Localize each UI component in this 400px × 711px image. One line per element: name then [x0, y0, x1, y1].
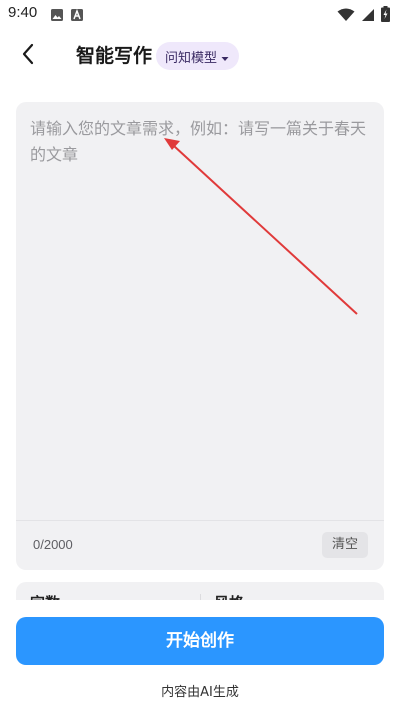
page-title: 智能写作 [76, 45, 153, 67]
editor-card: 0/2000 清空 [16, 102, 384, 570]
char-count: 0/2000 [33, 537, 73, 552]
chevron-left-icon [21, 43, 35, 69]
bottom-action-area: 开始创作 内容由AI生成 [0, 600, 400, 711]
signal-icon [361, 7, 375, 26]
wifi-icon [337, 7, 355, 26]
battery-charging-icon [381, 6, 390, 26]
status-bar: 9:40 [0, 0, 400, 28]
start-writing-button[interactable]: 开始创作 [16, 617, 384, 665]
image-icon [50, 7, 64, 26]
a-box-icon [70, 7, 84, 26]
divider [16, 520, 384, 521]
model-selector-label: 问知模型 [165, 50, 218, 66]
clear-button[interactable]: 清空 [321, 532, 368, 558]
status-time: 9:40 [8, 4, 38, 21]
model-selector[interactable]: 问知模型 [156, 42, 240, 70]
article-request-input[interactable] [30, 116, 370, 510]
ai-generated-note: 内容由AI生成 [161, 685, 239, 700]
back-button[interactable] [14, 42, 42, 70]
header: 智能写作 问知模型 [0, 36, 400, 76]
caret-down-icon [221, 47, 229, 66]
